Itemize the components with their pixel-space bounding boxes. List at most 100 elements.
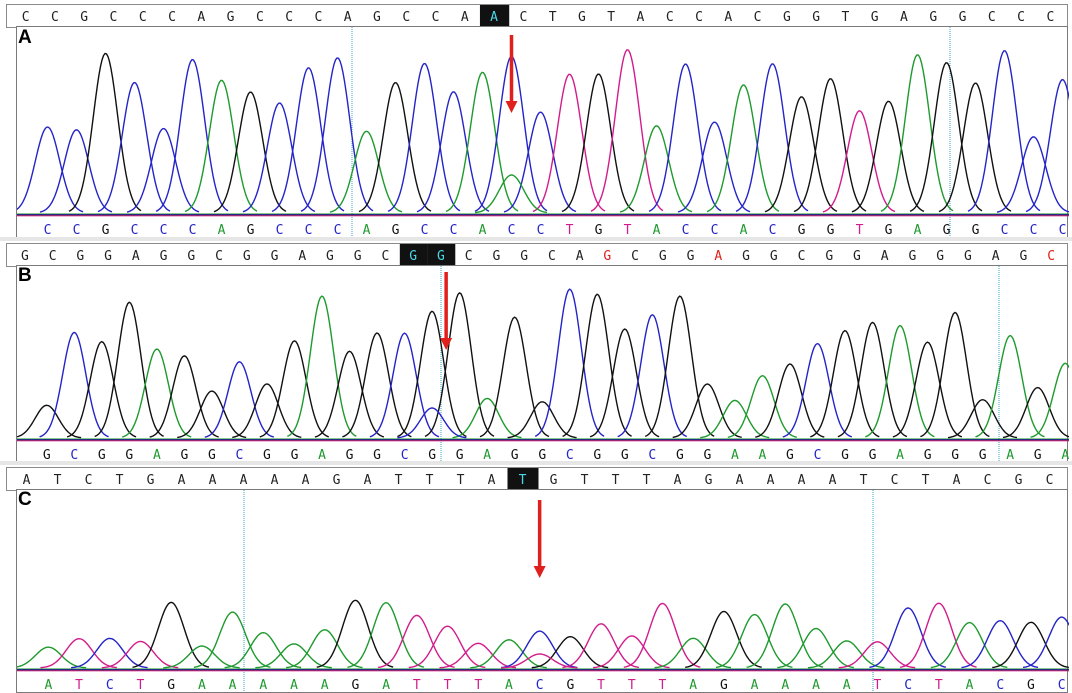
- trace-peak: [342, 332, 412, 438]
- called-base-letter: G: [566, 678, 574, 692]
- trace-peak: [727, 374, 797, 438]
- called-base-letter: G: [798, 223, 806, 237]
- called-base-letter: G: [979, 448, 987, 462]
- trace-peak: [869, 607, 947, 668]
- trace-peak: [880, 54, 954, 212]
- trace-peak: [40, 637, 117, 669]
- top-base-letter: A: [271, 473, 279, 488]
- top-base-letter: C: [988, 10, 996, 25]
- top-base-letter: G: [936, 249, 944, 264]
- called-base-letter: C: [566, 448, 574, 462]
- called-base-letter: C: [73, 223, 81, 237]
- trace-peak: [593, 635, 670, 669]
- top-base-letter: G: [578, 10, 586, 25]
- called-base-letter: A: [483, 448, 491, 462]
- top-base-letter: C: [1046, 10, 1054, 25]
- trace-peak: [397, 310, 467, 438]
- called-base-letter: C: [1030, 223, 1038, 237]
- called-base-letter: G: [102, 223, 110, 237]
- top-base-letter: C: [432, 10, 440, 25]
- called-base-letter: C: [648, 448, 656, 462]
- trace-peak: [300, 57, 374, 212]
- called-base-letter: C: [401, 448, 409, 462]
- called-base-letter: C: [537, 223, 545, 237]
- top-base-letter: G: [959, 10, 967, 25]
- top-base-letter: A: [364, 473, 372, 488]
- top-base-letter: G: [853, 249, 861, 264]
- top-base-letter: A: [992, 249, 1000, 264]
- top-base-letter: C: [315, 10, 323, 25]
- called-base-letter: G: [392, 223, 400, 237]
- trace-peak: [314, 350, 385, 438]
- trace-peak: [287, 295, 357, 438]
- trace-peak: [408, 625, 486, 669]
- trace-peak: [149, 355, 219, 438]
- called-base-letter: C: [711, 223, 719, 237]
- top-base-letter: A: [132, 249, 140, 264]
- trace-peak: [838, 641, 916, 669]
- called-base-letter: A: [966, 678, 974, 692]
- called-base-letter: A: [198, 678, 206, 692]
- called-base-letter: G: [167, 678, 175, 692]
- top-base-letter: C: [695, 10, 703, 25]
- top-base-letter: G: [550, 473, 558, 488]
- top-base-letter: G: [812, 10, 820, 25]
- trace-peak: [909, 62, 983, 212]
- called-base-letter: C: [1059, 223, 1067, 237]
- panel-label-b: B: [18, 265, 32, 286]
- trace-peak: [271, 67, 345, 213]
- top-base-letter: A: [953, 473, 961, 488]
- trace-peak: [561, 73, 635, 213]
- called-base-letter: G: [1027, 678, 1035, 692]
- top-base-letter: A: [23, 473, 31, 488]
- called-base-letter: G: [428, 448, 436, 462]
- called-base-letter: G: [595, 223, 603, 237]
- top-base-letter: C: [382, 249, 390, 264]
- top-base-letter: G: [437, 249, 445, 264]
- trace-peak: [837, 321, 908, 438]
- trace-peak: [232, 383, 302, 439]
- trace-peak: [66, 340, 137, 438]
- trace-peak: [416, 91, 490, 213]
- trace-peak: [126, 127, 200, 213]
- called-base-letter: C: [421, 223, 429, 237]
- top-base-letter: A: [900, 10, 908, 25]
- trace-peak: [259, 340, 330, 438]
- trace-peak: [648, 63, 722, 212]
- top-base-letter: G: [825, 249, 833, 264]
- top-base-letter: G: [520, 249, 528, 264]
- trace-peak: [329, 130, 403, 213]
- called-base-letter: C: [536, 678, 544, 692]
- called-base-letter: G: [676, 448, 684, 462]
- trace-peak: [132, 601, 210, 668]
- top-base-letter: C: [1046, 473, 1054, 488]
- trace-peak: [97, 81, 171, 213]
- called-base-letter: G: [456, 448, 464, 462]
- called-base-letter: C: [450, 223, 458, 237]
- called-base-letter: T: [628, 678, 636, 692]
- chromatogram-c: A T C T G A A A A A G A T T T A C G T T T A G A A A A T C T A C G C: [17, 490, 1069, 692]
- trace-peak: [782, 342, 853, 438]
- trace-peak: [706, 84, 780, 213]
- top-base-letter: G: [770, 249, 778, 264]
- top-base-letter: C: [465, 249, 473, 264]
- called-base-letter: G: [924, 448, 932, 462]
- top-base-letter: T: [860, 473, 868, 488]
- top-base-letter: G: [871, 10, 879, 25]
- top-base-letter: A: [302, 473, 310, 488]
- trace-peak: [507, 401, 577, 439]
- trace-peak: [899, 602, 977, 668]
- variant-arrow-icon: [533, 500, 546, 578]
- called-base-letter: T: [413, 678, 421, 692]
- trace-peak: [347, 601, 425, 668]
- top-base-letter: G: [147, 473, 155, 488]
- trace-peak: [479, 316, 550, 438]
- called-base-letter: A: [1006, 448, 1014, 462]
- top-base-letter: G: [271, 249, 279, 264]
- called-base-letter: G: [373, 448, 381, 462]
- top-base-letter: G: [243, 249, 251, 264]
- top-base-letter: T: [457, 473, 465, 488]
- called-base-letter: G: [263, 448, 271, 462]
- panel-a: C C G C C C A G C C C A G C C A A C T G T A C C A C G G T G A G G C C C C C G…: [0, 0, 1072, 238]
- top-base-letter: T: [395, 473, 403, 488]
